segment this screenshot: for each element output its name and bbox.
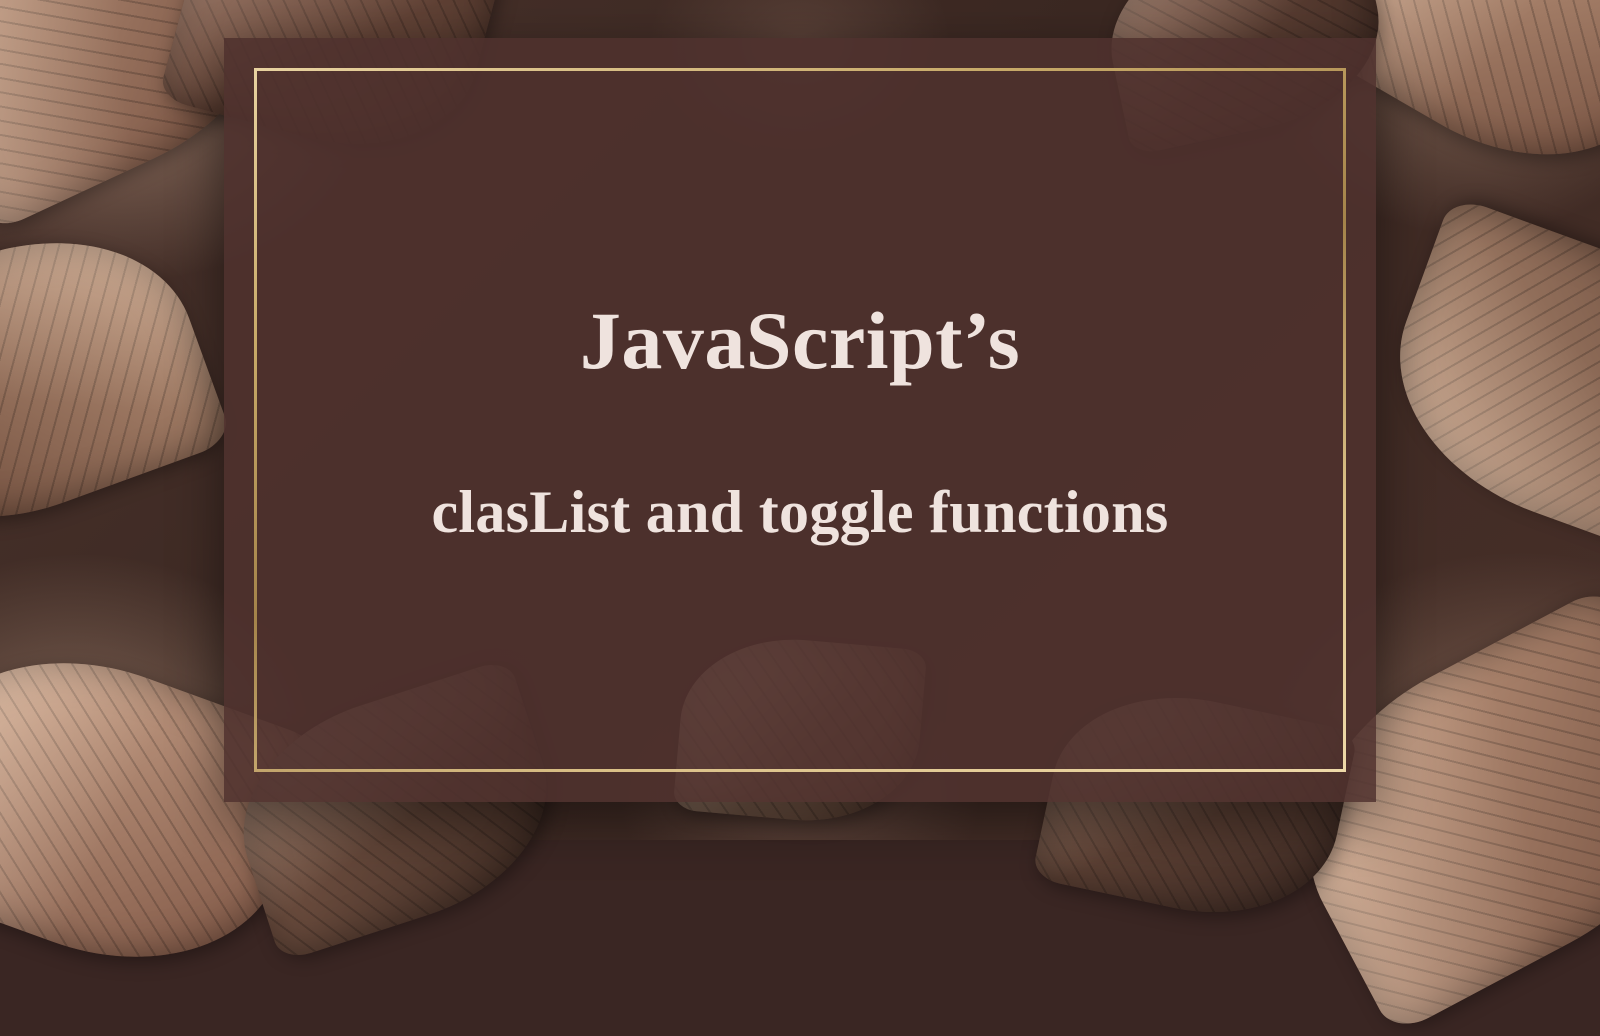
leaf-decoration	[0, 196, 234, 563]
title-panel: JavaScript’s clasList and toggle functio…	[224, 38, 1376, 802]
leaf-decoration	[1360, 195, 1600, 575]
card-title: JavaScript’s	[431, 294, 1168, 388]
card-subtitle: clasList and toggle functions	[431, 478, 1168, 547]
title-content: JavaScript’s clasList and toggle functio…	[391, 254, 1208, 587]
